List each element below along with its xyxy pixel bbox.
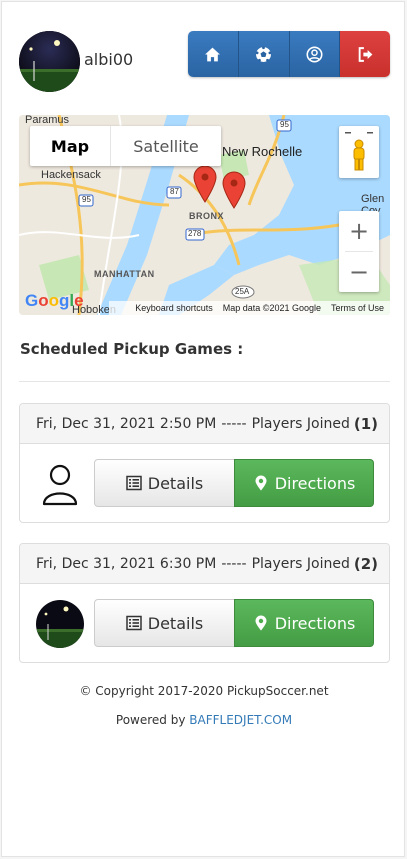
map-marker-icon [255, 475, 267, 491]
user-circle-icon [306, 45, 323, 63]
game-card-body: Details Directions [20, 584, 389, 662]
list-icon [126, 475, 142, 491]
map-label-new-rochelle: New Rochelle [222, 144, 303, 159]
players-joined-label: Players Joined [251, 415, 350, 432]
game-card-body: Details Directions [20, 444, 389, 522]
map-type-control: Map Satellite [30, 126, 221, 166]
page: albi00 Paramus New Rochelle Hackensack B… [1, 1, 405, 857]
zoom-control: + − [339, 211, 379, 292]
game-card-header: Fri, Dec 31, 2021 2:50 PM ----- Players … [20, 404, 389, 444]
details-button[interactable]: Details [94, 459, 235, 507]
person-outline-icon [42, 464, 78, 506]
map-data-credit: Map data ©2021 Google [222, 303, 321, 313]
soccer-ball-icon [255, 45, 272, 62]
keyboard-shortcuts-link[interactable]: Keyboard shortcuts [135, 303, 213, 313]
copyright-text: © Copyright 2017-2020 PickupSoccer.net [79, 684, 329, 698]
players-joined-count: (2) [353, 554, 379, 573]
sign-out-icon [358, 46, 373, 62]
shield-i87: 87 [170, 187, 179, 196]
game-marker-2[interactable] [222, 171, 246, 209]
map-attribution-bar: Keyboard shortcuts Map data ©2021 Google… [109, 301, 390, 315]
details-button[interactable]: Details [94, 599, 235, 647]
street-view-pegman[interactable] [339, 126, 379, 178]
game-date: Fri, Dec 31, 2021 2:50 PM [36, 415, 217, 432]
game-card: Fri, Dec 31, 2021 2:50 PM ----- Players … [19, 403, 390, 523]
map-type-map-button[interactable]: Map [30, 126, 110, 166]
players-joined-count: (1) [353, 414, 379, 433]
directions-label: Directions [274, 613, 356, 633]
map-label-paramus: Paramus [25, 115, 70, 126]
home-button[interactable] [188, 31, 239, 77]
directions-button[interactable]: Directions [234, 459, 374, 507]
profile-button[interactable] [289, 31, 341, 77]
directions-button[interactable]: Directions [234, 599, 374, 647]
main-nav [188, 31, 390, 77]
username: albi00 [84, 50, 134, 69]
shield-i278: 278 [188, 229, 202, 238]
user-avatar[interactable] [19, 31, 80, 92]
games-button[interactable] [238, 31, 290, 77]
shield-i95: 95 [82, 195, 91, 204]
zoom-in-button[interactable]: + [339, 211, 379, 251]
map-marker-icon [255, 615, 267, 631]
directions-label: Directions [274, 473, 356, 493]
powered-by-label: Powered by [115, 713, 186, 727]
section-title: Scheduled Pickup Games : [20, 340, 244, 358]
players-joined-label: Players Joined [251, 555, 350, 572]
map-label-bronx: BRONX [189, 211, 225, 221]
map-label-hackensack: Hackensack [41, 169, 101, 181]
zoom-out-button[interactable]: − [339, 252, 379, 292]
player-avatar [36, 600, 84, 648]
powered-by-link[interactable]: BAFFLEDJET.COM [189, 713, 292, 727]
games-map[interactable]: Paramus New Rochelle Hackensack BRONX Gl… [19, 115, 390, 315]
map-type-satellite-button[interactable]: Satellite [110, 126, 221, 166]
shield-25a: 25A [235, 287, 250, 296]
shield-i95-top: 95 [280, 120, 289, 129]
google-logo[interactable]: Google [25, 291, 84, 311]
details-label: Details [147, 473, 204, 493]
divider [19, 381, 390, 382]
game-date: Fri, Dec 31, 2021 6:30 PM [36, 555, 217, 572]
terms-of-use-link[interactable]: Terms of Use [331, 303, 384, 313]
game-card-header: Fri, Dec 31, 2021 6:30 PM ----- Players … [20, 544, 389, 584]
details-label: Details [147, 613, 204, 633]
list-icon [126, 615, 142, 631]
logout-button[interactable] [340, 31, 390, 77]
game-separator: ----- [221, 555, 247, 572]
powered-by: Powered by BAFFLEDJET.COM [2, 713, 406, 727]
home-icon [205, 47, 221, 61]
map-label-manhattan: MANHATTAN [94, 269, 155, 279]
game-separator: ----- [221, 415, 247, 432]
pegman-icon [345, 132, 373, 171]
game-marker-1[interactable] [193, 165, 217, 203]
game-card: Fri, Dec 31, 2021 6:30 PM ----- Players … [19, 543, 390, 663]
